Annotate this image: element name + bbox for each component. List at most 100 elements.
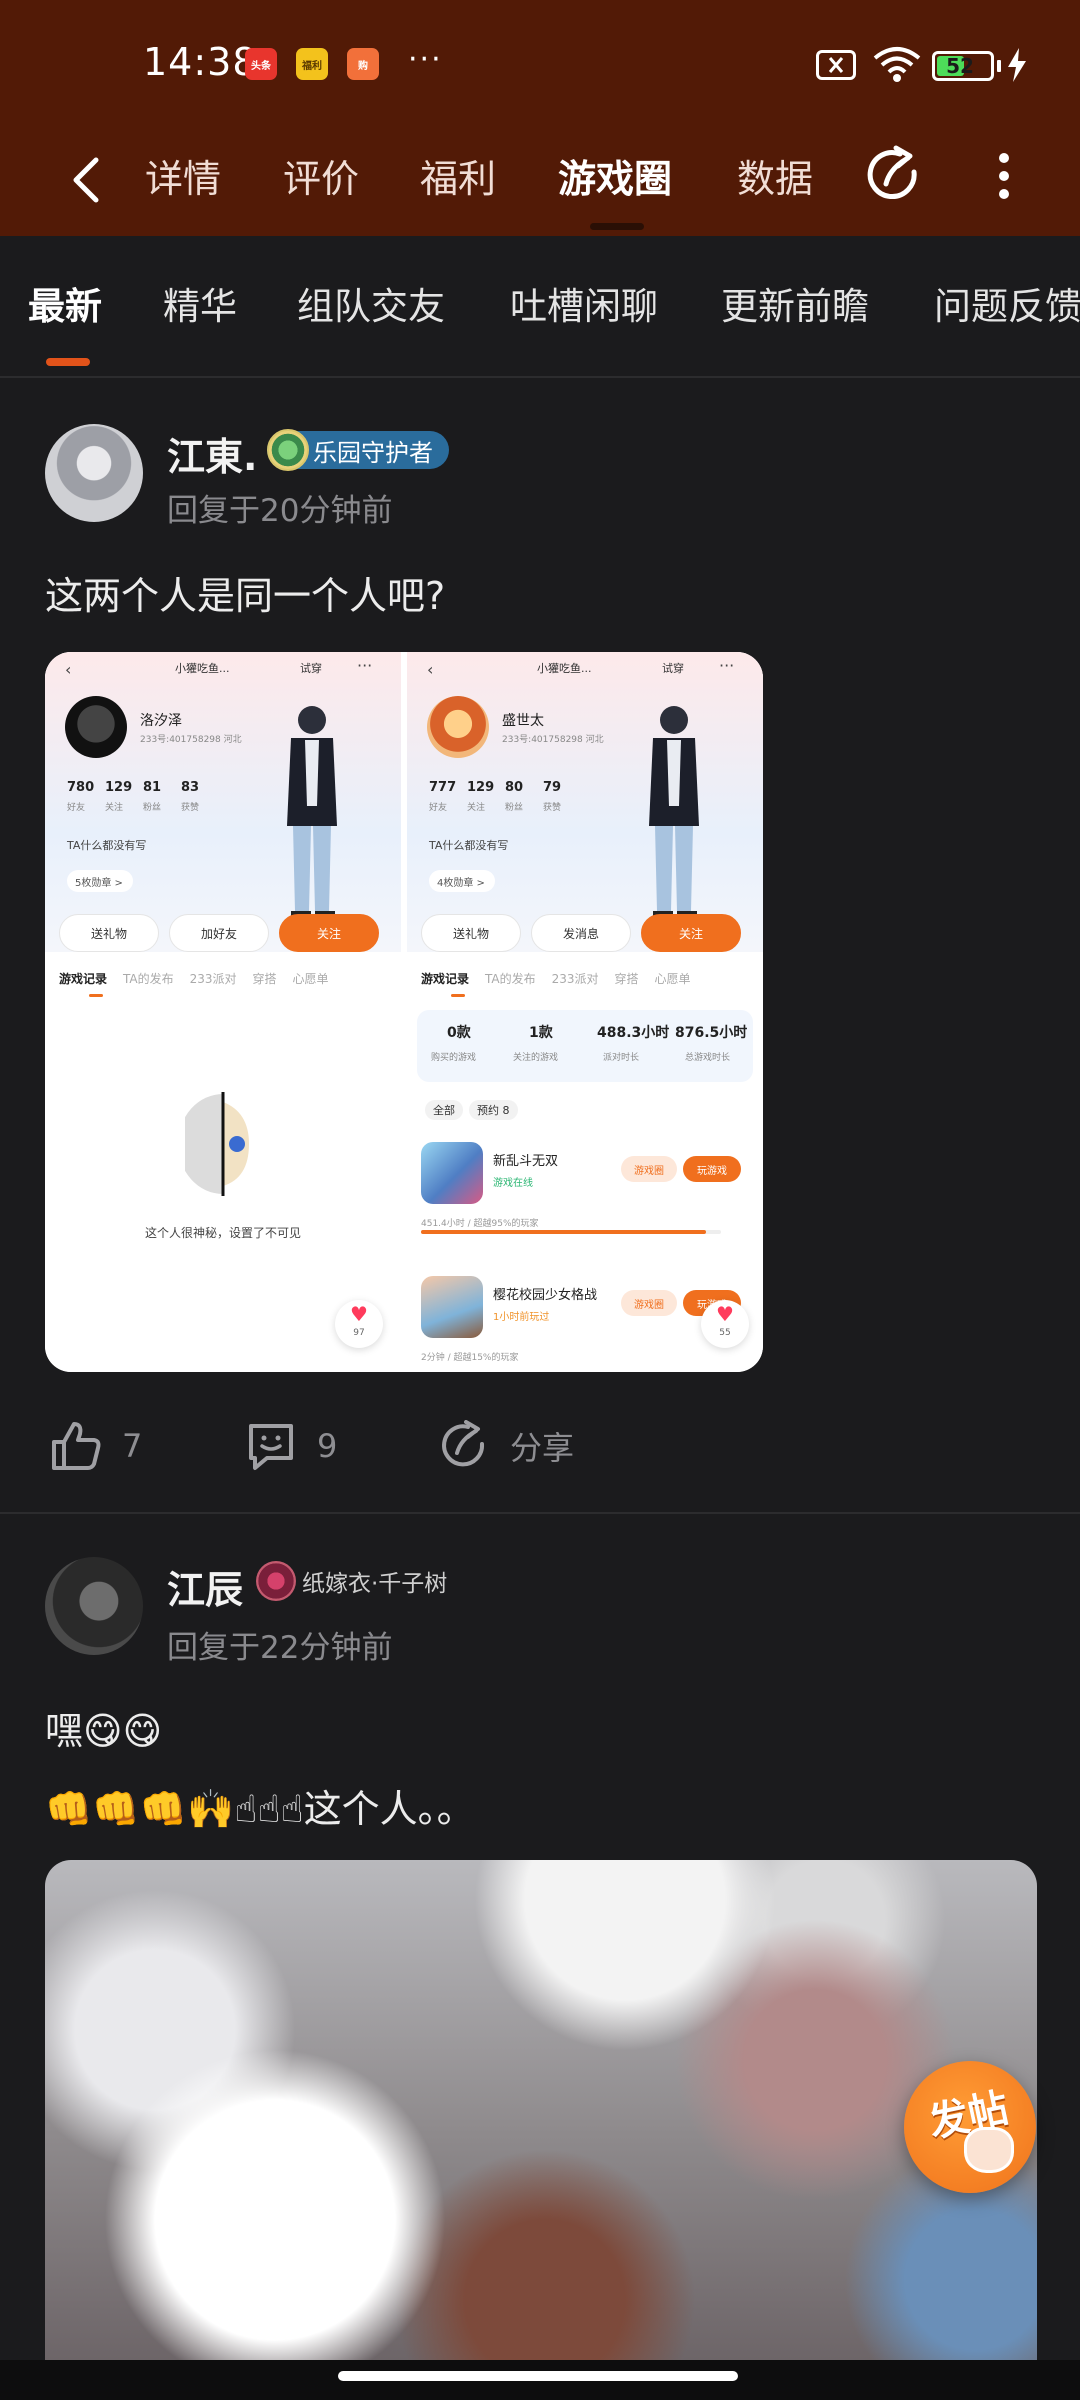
reply-time: 回复于20分钟前 (167, 493, 393, 529)
mini-tab: TA的发布 (485, 972, 536, 986)
mini-stats: 780 129 81 83 (67, 780, 219, 795)
mini-stat: 79 (543, 780, 562, 795)
mini-stat: 129 (467, 780, 495, 795)
mini-game-status: 游戏在线 (493, 1178, 533, 1189)
mini-game-circle-button: 游戏圈 (621, 1290, 677, 1316)
mini-tab-underline (451, 994, 465, 997)
mini-tab: 穿搭 (252, 972, 277, 986)
top-header: 14:38 头条 福利 购 ··· 52 详情 评价 福利 游戏圈 数据 (0, 0, 1080, 236)
badge-emblem-icon (256, 1561, 296, 1601)
welfare-app-icon: 福利 (296, 48, 328, 80)
share-icon (442, 1420, 485, 1467)
mini-tab: 233派对 (551, 972, 599, 986)
mini-tab: 游戏记录 (59, 972, 108, 986)
mini-action-buttons: 送礼物 发消息 关注 (421, 914, 751, 952)
private-notice: 这个人很神秘，设置了不可见 (144, 1226, 301, 1240)
mini-filters: 全部 预约 8 (425, 1100, 524, 1120)
comment-icon (249, 1424, 293, 1470)
mini-tabs: 游戏记录 TA的发布 233派对 穿搭 心愿单 (59, 970, 399, 987)
toutiao-app-icon: 头条 (245, 48, 277, 80)
home-indicator[interactable] (338, 2371, 738, 2381)
post-text-line-2[interactable]: 👊👊👊🙌☝☝☝这个人。。 (45, 1778, 475, 1833)
mini-game-progress-text: 2分钟 / 超越15%的玩家 (421, 1353, 519, 1363)
mini-tabs: 游戏记录 TA的发布 233派对 穿搭 心愿单 (421, 970, 761, 987)
mini-filter-chip: 预约 8 (469, 1100, 518, 1120)
mini-summary-label: 购买的游戏 (431, 1053, 477, 1063)
mini-gift-button: 送礼物 (59, 914, 159, 952)
mini-heart-count: 97 (353, 1328, 365, 1338)
mini-summary-value: 1款 (529, 1025, 553, 1041)
subtab-latest[interactable]: 最新 (28, 276, 102, 330)
mini-progress-fill (421, 1230, 706, 1234)
mini-stat-label: 好友 (67, 803, 86, 813)
avatar-character-figure (287, 706, 337, 921)
tab-welfare[interactable]: 福利 (420, 148, 496, 203)
subtab-chat[interactable]: 吐槽闲聊 (510, 276, 658, 330)
post-text-line-1[interactable]: 嘿😋😋 (45, 1700, 162, 1755)
mini-tab: 游戏记录 (421, 972, 470, 986)
share-label: 分享 (510, 1429, 575, 1467)
tab-reviews[interactable]: 评价 (283, 148, 359, 203)
mini-tab-underline (89, 994, 103, 997)
mini-bio: TA什么都没有写 (429, 839, 509, 852)
post-actions: 7 9 分享 (0, 1406, 1080, 1486)
mini-summary-label: 派对时长 (603, 1053, 640, 1063)
mini-pet-chip: 小獾吃鱼... (175, 662, 230, 675)
post-username[interactable]: 江辰 (167, 1559, 243, 1614)
create-post-button[interactable]: 发帖 (904, 2061, 1036, 2193)
user-title-badge: 纸嫁衣·千子树 (256, 1561, 447, 1601)
mini-stat-label: 获赞 (181, 803, 200, 813)
share-icon[interactable] (862, 144, 926, 208)
post-photo[interactable] (45, 1860, 1037, 2360)
tab-game-circle[interactable]: 游戏圈 (558, 148, 672, 203)
user-avatar[interactable] (45, 1557, 143, 1655)
subtab-update-preview[interactable]: 更新前瞻 (721, 276, 869, 330)
more-icon[interactable] (990, 144, 1018, 208)
status-bar: 14:38 头条 福利 购 ··· 52 (0, 0, 1080, 130)
mini-stat: 80 (505, 780, 524, 795)
mini-stat-labels: 好友 关注 粉丝 获赞 (67, 800, 219, 813)
user-avatar[interactable] (45, 424, 143, 522)
user-title-badge: 乐园守护者 (267, 429, 449, 471)
post-screenshot-image[interactable]: ‹ 小獾吃鱼... 试穿 ··· 洛汐泽 233号:401758298 河北 7… (45, 652, 763, 1372)
mini-stat: 780 (67, 780, 95, 795)
heart-icon: ♥ (350, 1302, 368, 1326)
mini-tab: 心愿单 (292, 972, 329, 986)
comment-button[interactable]: 9 (245, 1406, 337, 1486)
share-post-button[interactable]: 分享 (438, 1406, 574, 1486)
mini-game-progress-bar (421, 1230, 721, 1234)
back-icon[interactable] (58, 150, 118, 210)
mini-stat: 129 (105, 780, 133, 795)
subtab-team-up[interactable]: 组队交友 (297, 276, 445, 330)
mini-stat-label: 关注 (105, 803, 124, 813)
mini-like-heart: ♥ 97 (335, 1300, 383, 1348)
subtab-featured[interactable]: 精华 (163, 276, 237, 330)
mini-pet-chip: 小獾吃鱼... (537, 662, 592, 675)
mini-medal-chip: 5枚勋章 > (67, 870, 133, 892)
badge-emblem-icon (267, 429, 309, 471)
badge-label: 纸嫁衣·千子树 (302, 1571, 448, 1597)
post-username[interactable]: 江東. (167, 426, 257, 481)
profile-screenshot-right: ‹ 小獾吃鱼... 试穿 ··· 盛世太 233号:401758298 河北 7… (407, 652, 763, 1372)
mini-add-friend-button: 加好友 (169, 914, 269, 952)
tab-details[interactable]: 详情 (145, 148, 221, 203)
mini-game-status: 1小时前玩过 (493, 1312, 550, 1323)
post-text[interactable]: 这两个人是同一个人吧? (45, 565, 445, 620)
like-button[interactable]: 7 (50, 1406, 142, 1486)
mini-game-name: 樱花校园少女格战 (493, 1288, 598, 1303)
more-notifications-icon: ··· (408, 42, 443, 77)
mini-bio: TA什么都没有写 (67, 839, 147, 852)
nav-pull-indicator (590, 223, 644, 230)
mini-tab: 233派对 (189, 972, 237, 986)
mini-stat-label: 好友 (429, 803, 448, 813)
mini-tab: 穿搭 (614, 972, 639, 986)
subtab-feedback[interactable]: 问题反馈 (934, 276, 1080, 330)
battery-percent: 52 (946, 54, 974, 78)
game-thumbnail (421, 1142, 483, 1204)
game-thumbnail (421, 1276, 483, 1338)
mini-play-button: 玩游戏 (683, 1156, 741, 1182)
profile-top-bar: ‹ 小獾吃鱼... 试穿 ··· (407, 656, 763, 684)
mini-name: 洛汐泽 (140, 713, 182, 729)
badge-label: 乐园守护者 (313, 438, 433, 467)
tab-data[interactable]: 数据 (737, 148, 813, 203)
